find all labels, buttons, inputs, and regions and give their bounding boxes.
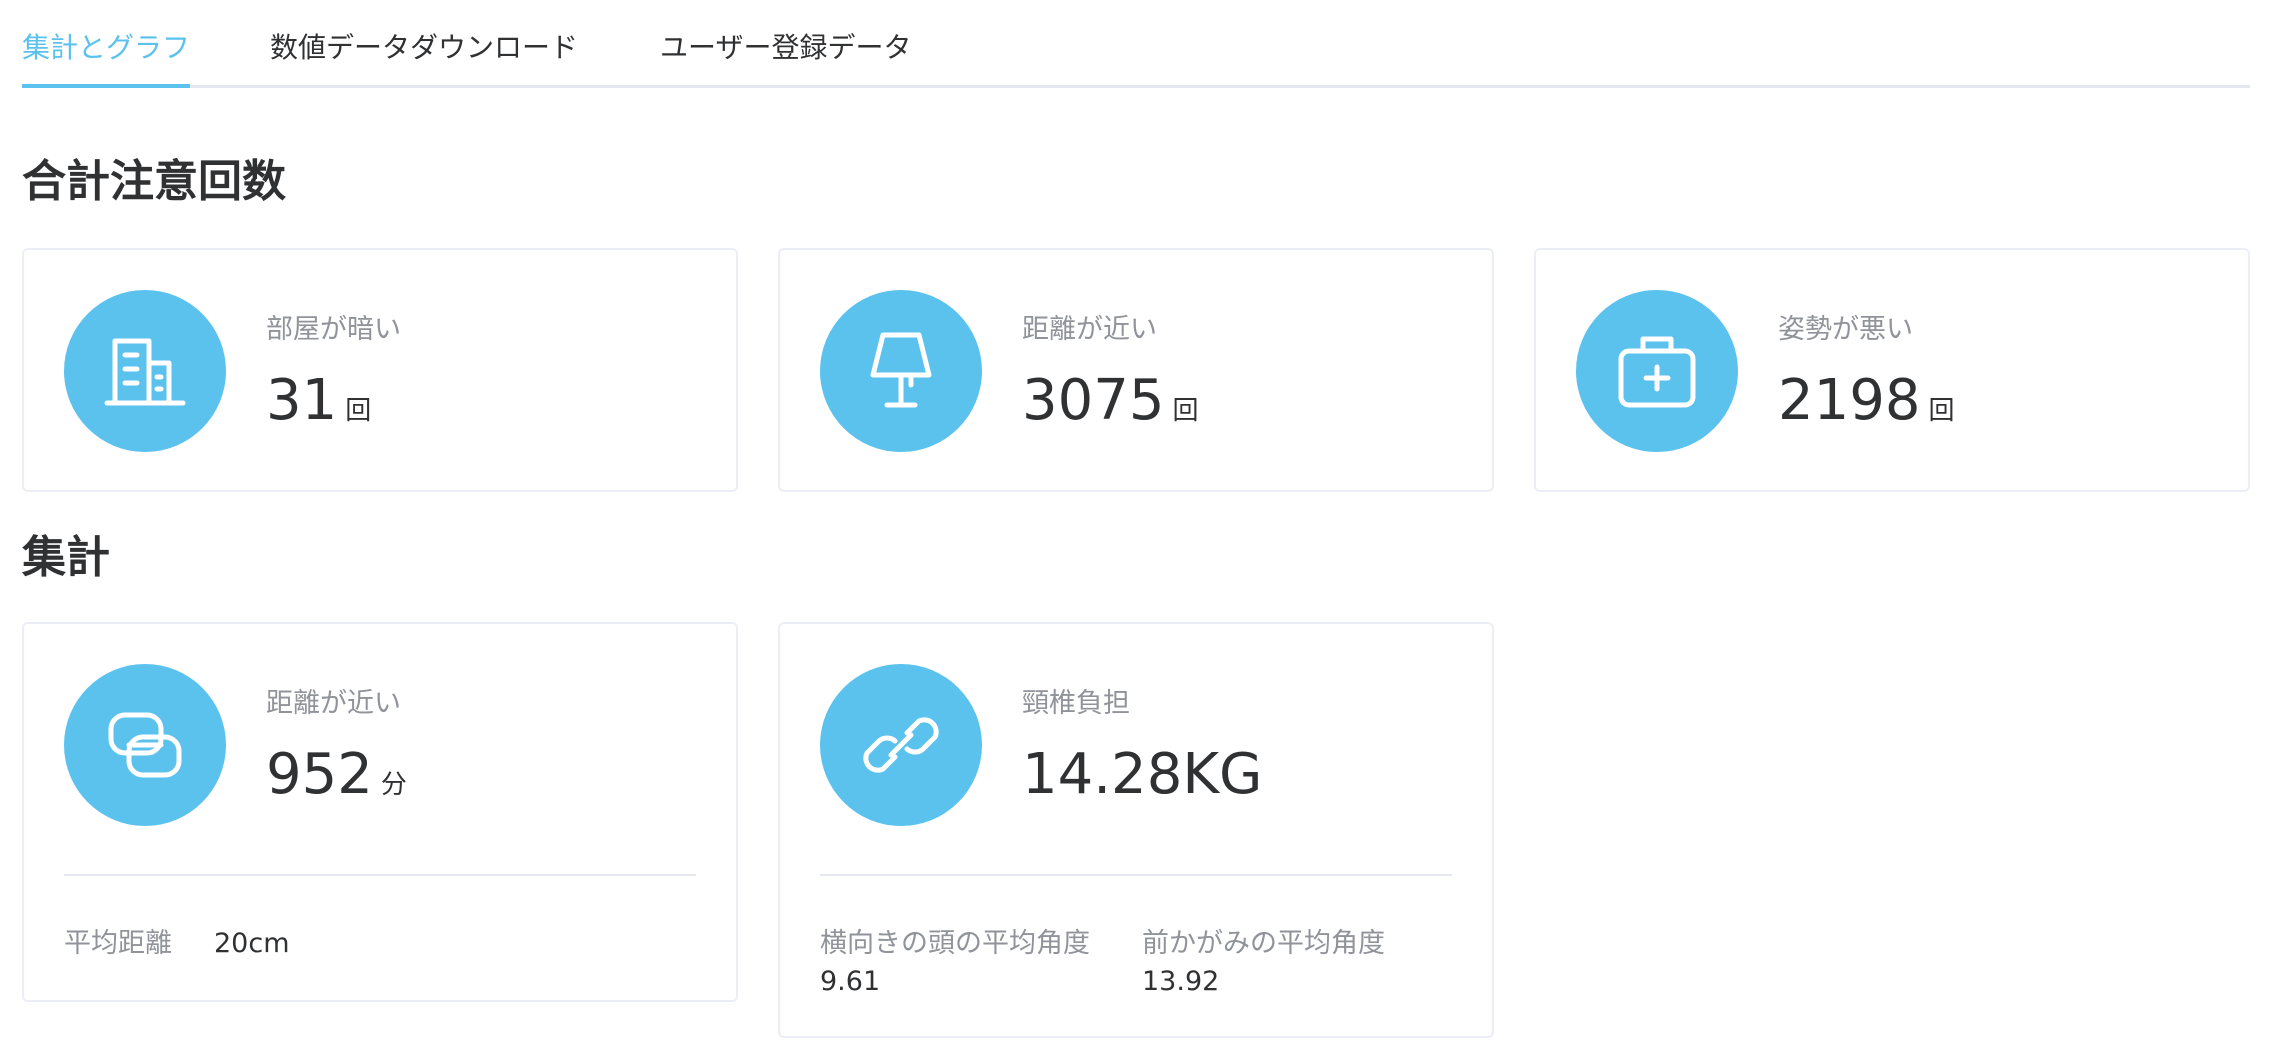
warning-card-close-distance: 距離が近い 3075 回 xyxy=(778,248,1494,492)
avg-distance-label: 平均距離 xyxy=(64,928,172,959)
value-unit: 回 xyxy=(1172,396,1199,426)
value-number: 952 xyxy=(266,742,373,807)
card-value: 3075 回 xyxy=(1022,366,1199,449)
tab-user-registration[interactable]: ユーザー登録データ xyxy=(660,28,911,68)
card-value: 2198 回 xyxy=(1778,366,1955,449)
card-label: 距離が近い xyxy=(1022,314,1157,345)
section-title-summary: 集計 xyxy=(22,532,110,583)
card-label: 頸椎負担 xyxy=(1022,688,1130,719)
avg-forward-angle-label: 前かがみの平均角度 xyxy=(1142,928,1385,959)
avg-side-head-angle-label: 横向きの頭の平均角度 xyxy=(820,928,1090,959)
summary-card-distance: 距離が近い 952 分 平均距離 20cm xyxy=(22,622,738,1002)
section-title-warnings: 合計注意回数 xyxy=(22,156,286,207)
lamp-icon xyxy=(820,290,982,452)
first-aid-kit-icon xyxy=(1576,290,1738,452)
summary-card-neck-load: 頸椎負担 14.28KG 横向きの頭の平均角度 9.61 前かがみの平均角度 1… xyxy=(778,622,1494,1038)
avg-forward-angle-value: 13.92 xyxy=(1142,966,1220,997)
value-number: 14.28KG xyxy=(1022,742,1263,807)
value-number: 31 xyxy=(266,368,338,433)
copy-loop-icon xyxy=(64,664,226,826)
card-value: 14.28KG xyxy=(1022,740,1262,823)
value-unit: 回 xyxy=(345,396,372,426)
avg-side-head-angle-value: 9.61 xyxy=(820,966,881,997)
building-icon xyxy=(64,290,226,452)
value-number: 3075 xyxy=(1022,368,1165,433)
value-number: 2198 xyxy=(1778,368,1921,433)
warning-card-dark-room: 部屋が暗い 31 回 xyxy=(22,248,738,492)
card-value: 952 分 xyxy=(266,740,407,823)
link-icon xyxy=(820,664,982,826)
page: 集計とグラフ 数値データダウンロード ユーザー登録データ 合計注意回数 部屋が暗… xyxy=(22,0,2250,1038)
divider xyxy=(64,874,696,876)
warning-card-bad-posture: 姿勢が悪い 2198 回 xyxy=(1534,248,2250,492)
card-label: 部屋が暗い xyxy=(266,314,401,345)
avg-distance-value: 20cm xyxy=(214,928,290,959)
divider xyxy=(820,874,1452,876)
value-unit: 分 xyxy=(380,770,407,800)
card-label: 距離が近い xyxy=(266,688,401,719)
card-value: 31 回 xyxy=(266,366,371,449)
active-tab-indicator xyxy=(22,84,190,88)
card-label: 姿勢が悪い xyxy=(1778,314,1913,345)
tab-data-download[interactable]: 数値データダウンロード xyxy=(270,28,578,68)
tab-bar: 集計とグラフ 数値データダウンロード ユーザー登録データ xyxy=(22,0,2250,88)
tab-summary-graph[interactable]: 集計とグラフ xyxy=(22,28,190,68)
value-unit: 回 xyxy=(1928,396,1955,426)
